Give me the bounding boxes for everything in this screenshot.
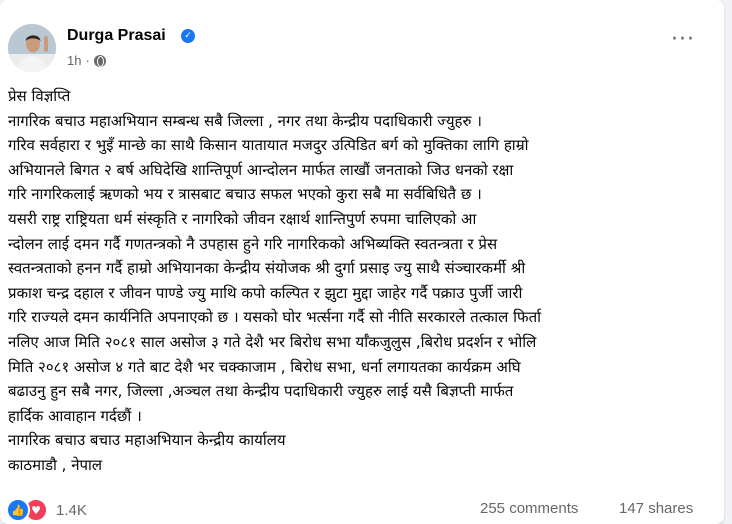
shares-count[interactable]: 147 shares [619,500,693,517]
post-line: नलिए आज मिति २०८१ साल असोज ३ गते देशै भर… [8,332,537,351]
reaction-count[interactable]: 1.4K [56,502,87,519]
post-line: गरिव सर्वहारा र भुइँ मान्छे का साथै किसा… [8,136,529,155]
verified-badge-icon: ✓ [181,29,195,43]
post-line: नागरिक बचाउ बचाउ महाअभियान केन्द्रीय कार… [8,431,286,450]
author-avatar[interactable] [8,24,56,72]
like-reaction-icon: 👍 [6,498,30,522]
post-footer: 👍 ♥ 1.4K 255 comments 147 shares [0,492,724,524]
post-line: गरि राज्यले दमन कार्यनिति अपनाएको छ । यस… [8,308,541,327]
post-line: स्वतन्त्रताको हनन गर्दै हाम्रो अभियानका … [8,259,526,278]
post-time[interactable]: 1h [67,53,81,68]
post-line: गरि नागरिकलाई ऋणको भय र त्रासबाट बचाउ सफ… [8,185,482,204]
post-card: Durga Prasai ✓ 1h · ··· प्रेस विज्ञप्ति … [0,0,724,524]
post-line: न्दोलन लाई दमन गर्दै गणतन्त्रको नै उपहास… [8,234,498,253]
post-meta: 1h · [67,53,106,68]
post-line: प्रेस विज्ञप्ति [8,87,71,105]
post-line: अभियानले बिगत २ बर्ष अघिदेखि शान्तिपूर्ण… [8,160,514,179]
meta-separator: · [85,53,90,68]
comments-count[interactable]: 255 comments [480,500,578,517]
post-body: प्रेस विज्ञप्ति नागरिक बचाउ महाअभियान सम… [8,84,720,478]
post-line: मिति २०८१ असोज ४ गते बाट देशै भर चक्काजा… [8,357,521,376]
globe-icon[interactable] [93,54,106,67]
profile-photo-icon [8,24,56,72]
post-line: नागरिक बचाउ महाअभियान सम्बन्ध सबै जिल्ला… [8,111,482,130]
more-options-icon[interactable]: ··· [665,29,701,58]
post-line: बढाउनु हुन सबै नगर, जिल्ला ,अञ्चल तथा के… [8,382,514,401]
post-line: हार्दिक आवाहान गर्दछौं । [8,406,142,425]
post-line: यसरी राष्ट्र राष्ट्रियता धर्म संस्कृति र… [8,209,477,228]
post-line: प्रकाश चन्द्र दहाल र जीवन पाण्डे ज्यु मा… [8,283,523,302]
reactions-summary[interactable]: 👍 ♥ 1.4K [6,498,87,522]
post-line: काठमाडौ , नेपाल [8,455,103,474]
author-name[interactable]: Durga Prasai [67,27,166,45]
